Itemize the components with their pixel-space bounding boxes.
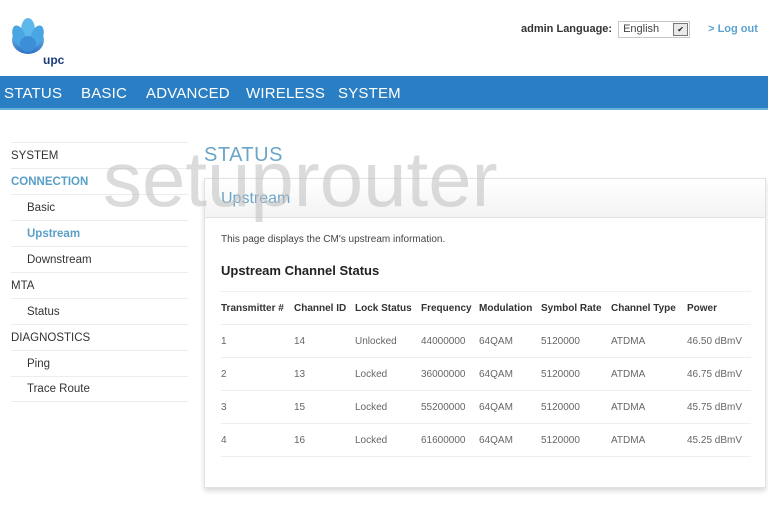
- header: upc admin Language: English ✔ > Log out: [0, 0, 768, 76]
- cell-transmitter: 1: [221, 324, 294, 358]
- cell-lock-status: Locked: [355, 423, 421, 457]
- table-row: 2 13 Locked 36000000 64QAM 5120000 ATDMA…: [221, 357, 751, 391]
- cell-channel-id: 13: [294, 357, 355, 391]
- col-channel-type: Channel Type: [611, 291, 687, 325]
- sidebar-item-downstream[interactable]: Downstream: [11, 246, 188, 272]
- cell-channel-type: ATDMA: [611, 324, 687, 358]
- col-modulation: Modulation: [479, 291, 541, 325]
- table-row: 3 15 Locked 55200000 64QAM 5120000 ATDMA…: [221, 390, 751, 424]
- col-frequency: Frequency: [421, 291, 479, 325]
- col-power: Power: [687, 291, 751, 325]
- cell-symbol-rate: 5120000: [541, 357, 611, 391]
- sidebar-item-trace-route[interactable]: Trace Route: [11, 376, 188, 402]
- cell-channel-type: ATDMA: [611, 357, 687, 391]
- upc-flower-icon: [12, 18, 44, 54]
- cell-frequency: 55200000: [421, 390, 479, 424]
- panel-title: Upstream: [221, 190, 291, 207]
- main-nav: STATUS BASIC ADVANCED WIRELESS SYSTEM: [0, 76, 768, 110]
- language-label: Language:: [556, 23, 613, 35]
- nav-advanced[interactable]: ADVANCED: [146, 85, 230, 102]
- col-lock-status: Lock Status: [355, 291, 421, 325]
- nav-status[interactable]: STATUS: [4, 85, 62, 102]
- upstream-channel-table: Transmitter # Channel ID Lock Status Fre…: [221, 291, 751, 457]
- cell-modulation: 64QAM: [479, 357, 541, 391]
- sidebar: SYSTEM CONNECTION Basic Upstream Downstr…: [11, 142, 188, 402]
- sidebar-item-diagnostics[interactable]: DIAGNOSTICS: [11, 324, 188, 350]
- cell-frequency: 44000000: [421, 324, 479, 358]
- sidebar-item-system[interactable]: SYSTEM: [11, 142, 188, 168]
- username: admin: [521, 23, 554, 35]
- cell-transmitter: 2: [221, 357, 294, 391]
- section-title: Upstream Channel Status: [221, 263, 380, 278]
- cell-channel-type: ATDMA: [611, 390, 687, 424]
- table-header-row: Transmitter # Channel ID Lock Status Fre…: [221, 291, 751, 325]
- user-language-label: admin Language:: [521, 23, 612, 35]
- col-symbol-rate: Symbol Rate: [541, 291, 611, 325]
- page-description: This page displays the CM's upstream inf…: [221, 234, 446, 245]
- cell-modulation: 64QAM: [479, 324, 541, 358]
- language-select[interactable]: English ✔: [618, 20, 691, 38]
- cell-modulation: 64QAM: [479, 423, 541, 457]
- sidebar-item-mta-status[interactable]: Status: [11, 298, 188, 324]
- cell-symbol-rate: 5120000: [541, 423, 611, 457]
- cell-frequency: 61600000: [421, 423, 479, 457]
- cell-frequency: 36000000: [421, 357, 479, 391]
- cell-lock-status: Locked: [355, 357, 421, 391]
- cell-channel-id: 15: [294, 390, 355, 424]
- cell-symbol-rate: 5120000: [541, 390, 611, 424]
- cell-modulation: 64QAM: [479, 390, 541, 424]
- sidebar-item-mta[interactable]: MTA: [11, 272, 188, 298]
- cell-power: 46.75 dBmV: [687, 357, 751, 391]
- cell-symbol-rate: 5120000: [541, 324, 611, 358]
- nav-wireless[interactable]: WIRELESS: [246, 85, 325, 102]
- sidebar-item-connection[interactable]: CONNECTION: [11, 168, 188, 194]
- sidebar-item-ping[interactable]: Ping: [11, 350, 188, 376]
- logo-text: upc: [43, 53, 65, 67]
- logout-link[interactable]: > Log out: [708, 23, 758, 35]
- cell-power: 45.75 dBmV: [687, 390, 751, 424]
- sidebar-item-upstream[interactable]: Upstream: [11, 220, 188, 246]
- col-transmitter: Transmitter #: [221, 291, 294, 325]
- cell-transmitter: 3: [221, 390, 294, 424]
- page-title: STATUS: [204, 144, 283, 166]
- nav-system[interactable]: SYSTEM: [338, 85, 401, 102]
- upstream-panel: Upstream This page displays the CM's ups…: [204, 178, 766, 488]
- col-channel-id: Channel ID: [294, 291, 355, 325]
- upc-logo[interactable]: upc: [10, 16, 70, 68]
- cell-lock-status: Locked: [355, 390, 421, 424]
- header-controls: admin Language: English ✔ > Log out: [521, 19, 758, 39]
- cell-channel-type: ATDMA: [611, 423, 687, 457]
- cell-lock-status: Unlocked: [355, 324, 421, 358]
- table-row: 1 14 Unlocked 44000000 64QAM 5120000 ATD…: [221, 324, 751, 358]
- cell-power: 46.50 dBmV: [687, 324, 751, 358]
- sidebar-item-basic[interactable]: Basic: [11, 194, 188, 220]
- panel-header: Upstream: [205, 179, 765, 218]
- table-row: 4 16 Locked 61600000 64QAM 5120000 ATDMA…: [221, 423, 751, 457]
- language-selected-value: English: [623, 23, 660, 35]
- nav-basic[interactable]: BASIC: [81, 85, 127, 102]
- cell-channel-id: 16: [294, 423, 355, 457]
- cell-power: 45.25 dBmV: [687, 423, 751, 457]
- cell-channel-id: 14: [294, 324, 355, 358]
- cell-transmitter: 4: [221, 423, 294, 457]
- chevron-down-icon[interactable]: ✔: [673, 22, 689, 36]
